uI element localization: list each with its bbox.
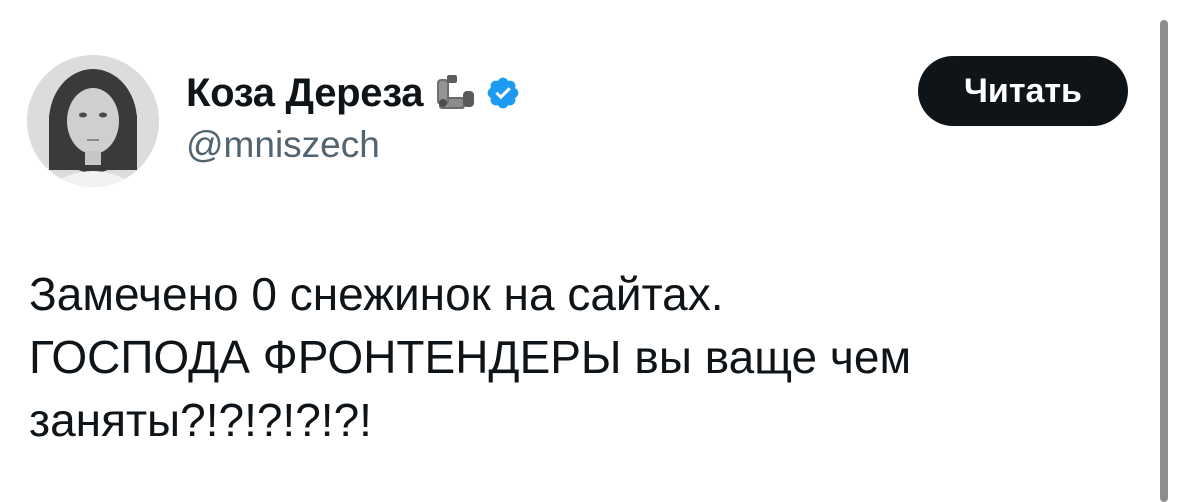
tweet-card: Коза Дереза @mniszech Читать Замечено 0 … bbox=[0, 0, 1179, 502]
follow-button[interactable]: Читать bbox=[918, 56, 1128, 126]
user-handle[interactable]: @mniszech bbox=[186, 124, 380, 166]
verified-badge-icon[interactable] bbox=[485, 75, 521, 111]
scrollbar[interactable] bbox=[1160, 20, 1168, 502]
flexed-biceps-prosthetic-icon bbox=[433, 71, 477, 115]
name-row: Коза Дереза bbox=[186, 68, 521, 118]
avatar[interactable] bbox=[27, 55, 159, 187]
display-name[interactable]: Коза Дереза bbox=[186, 71, 424, 116]
tweet-text: Замечено 0 снежинок на сайтах. ГОСПОДА Ф… bbox=[29, 268, 912, 446]
avatar-image bbox=[27, 55, 159, 187]
